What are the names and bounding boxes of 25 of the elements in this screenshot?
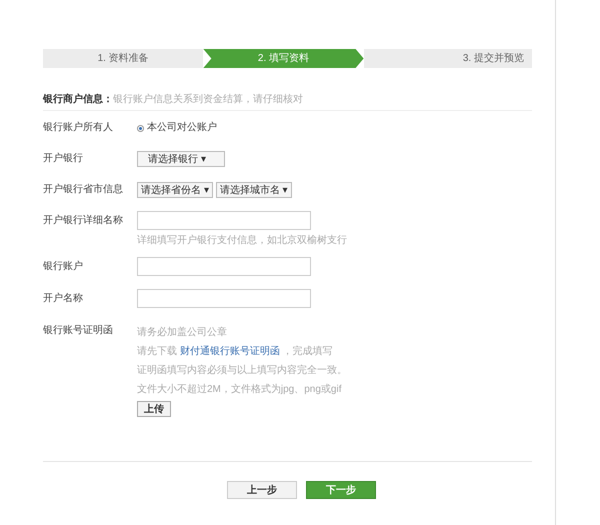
section-note: 银行账户信息关系到资金结算，请仔细核对: [113, 92, 303, 107]
field-label: 开户名称: [43, 292, 84, 306]
input-field[interactable]: [137, 289, 311, 308]
field-label: 开户银行: [43, 152, 84, 166]
instruction-text: 证明函填写内容必须与以上填写内容完全一致。: [137, 364, 347, 378]
instruction-text: 请先下载 财付通银行账号证明函 ，完成填写: [137, 344, 334, 359]
field-label: 开户银行详细名称: [43, 214, 124, 228]
field-label: 银行账户: [43, 260, 84, 274]
input-field[interactable]: [137, 257, 311, 276]
input-field[interactable]: [137, 211, 311, 230]
dropdown[interactable]: 请选择省份名 ▾: [137, 182, 213, 198]
dropdown[interactable]: 请选择城市名 ▾: [216, 182, 292, 198]
field-label: 开户银行省市信息: [43, 182, 124, 197]
dropdown[interactable]: 请选择银行 ▾: [137, 151, 225, 167]
radio-label: 本公司对公账户: [147, 120, 217, 135]
field-label: 银行账户所有人: [43, 120, 114, 135]
back-button[interactable]: 上一步: [227, 481, 297, 499]
section-title: 银行商户信息：: [43, 92, 113, 107]
field-hint: 详细填写开户银行支付信息，如北京双榆树支行: [137, 234, 347, 248]
download-link[interactable]: 财付通银行账号证明函: [180, 346, 280, 357]
upload-button[interactable]: 上传: [137, 401, 171, 417]
instruction-text: 请务必加盖公司公章: [137, 326, 228, 340]
field-label: 银行账号证明函: [43, 324, 114, 338]
radio-button[interactable]: [137, 124, 144, 132]
instruction-text: 文件大小不超过2M，文件格式为jpg、png或gif: [137, 382, 342, 397]
